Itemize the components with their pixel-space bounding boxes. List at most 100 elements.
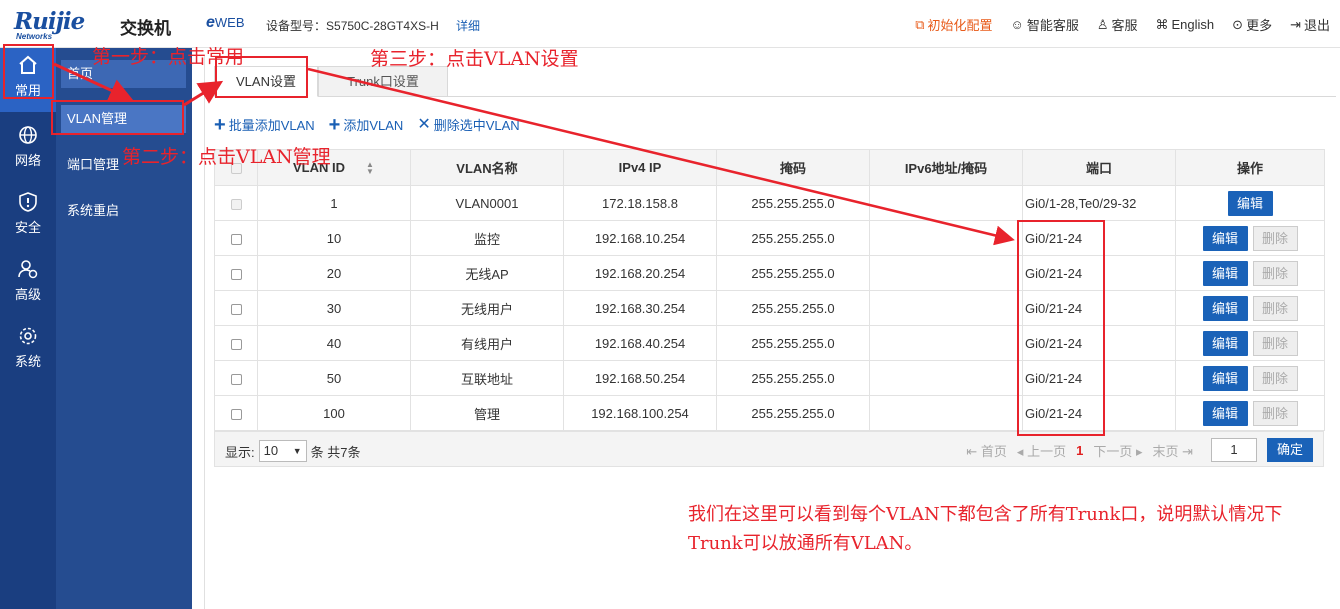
annotation-box-ports bbox=[1017, 220, 1105, 436]
more-button[interactable]: ⊙ 更多 bbox=[1232, 15, 1272, 34]
delete-button[interactable]: 删除 bbox=[1252, 400, 1298, 426]
product-name: 交换机 bbox=[120, 19, 171, 38]
more-label: 更多 bbox=[1246, 18, 1273, 33]
rail-label-system: 系统 bbox=[14, 354, 41, 369]
rail-item-system[interactable]: 系统 bbox=[0, 319, 56, 383]
delete-button[interactable]: 删除 bbox=[1252, 365, 1298, 391]
table-row: 40 有线用户 192.168.40.254 255.255.255.0 Gi0… bbox=[214, 325, 1325, 361]
logo-subtext: Networks bbox=[16, 32, 53, 41]
prev-page-button[interactable]: ◂ 上一页 bbox=[1017, 441, 1066, 460]
customer-service-label: 客服 bbox=[1111, 18, 1138, 33]
last-page-button[interactable]: 末页 ⇥ bbox=[1152, 441, 1193, 460]
delete-button[interactable]: 删除 bbox=[1252, 330, 1298, 356]
more-icon: ⊙ bbox=[1232, 16, 1244, 32]
logout-button[interactable]: ⇥ 退出 bbox=[1290, 15, 1330, 34]
row-checkbox[interactable] bbox=[230, 338, 242, 350]
cell-ipv4: 192.168.10.254 bbox=[563, 220, 717, 256]
row-checkbox[interactable] bbox=[230, 233, 242, 245]
submenu-item-reboot[interactable]: 系统重启 bbox=[61, 197, 186, 225]
rail-label-security: 安全 bbox=[14, 220, 41, 235]
delete-button[interactable]: 删除 bbox=[1252, 260, 1298, 286]
rail-item-advanced[interactable]: 高级 bbox=[0, 252, 56, 316]
smart-service-button[interactable]: ☺ 智能客服 bbox=[1011, 15, 1079, 34]
page-nav: ⇤ 首页 ◂ 上一页 1 下一页 ▸ 末页 ⇥ 1 确定 bbox=[966, 438, 1313, 462]
batch-add-vlan-button[interactable]: + 批量添加VLAN bbox=[214, 113, 315, 136]
row-checkbox[interactable] bbox=[230, 303, 242, 315]
cell-ipv6 bbox=[869, 325, 1023, 361]
customer-service-button[interactable]: ♙ 客服 bbox=[1097, 15, 1138, 34]
model-value: S5750C-28GT4XS-H bbox=[326, 19, 439, 33]
close-icon: ✕ bbox=[417, 115, 431, 133]
first-page-button[interactable]: ⇤ 首页 bbox=[966, 441, 1007, 460]
current-page: 1 bbox=[1076, 442, 1084, 458]
row-checkbox[interactable] bbox=[230, 268, 242, 280]
cell-ipv4: 192.168.100.254 bbox=[563, 395, 717, 431]
cell-ipv4: 192.168.30.254 bbox=[563, 290, 717, 326]
init-config-button[interactable]: ⧉ 初始化配置 bbox=[915, 15, 992, 34]
logo-text: Ruijie bbox=[14, 8, 85, 35]
annotation-step2: 第二步：点击VLAN管理 bbox=[122, 146, 331, 168]
user-gear-icon bbox=[0, 258, 56, 282]
edit-button[interactable]: 编辑 bbox=[1202, 365, 1248, 391]
rail-item-security[interactable]: 安全 bbox=[0, 185, 56, 249]
toolbar: + 批量添加VLAN + 添加VLAN ✕ 删除选中VLAN bbox=[214, 113, 520, 136]
row-checkbox[interactable] bbox=[230, 373, 242, 385]
annotation-step3: 第三步：点击VLAN设置 bbox=[370, 48, 579, 70]
row-select-cell bbox=[214, 185, 258, 221]
cell-vlan-id: 30 bbox=[257, 290, 411, 326]
page-size-select[interactable]: 10 ▼ bbox=[258, 440, 307, 462]
cell-actions: 编辑 bbox=[1175, 185, 1325, 221]
next-page-button[interactable]: 下一页 ▸ bbox=[1093, 441, 1142, 460]
cell-ipv6 bbox=[869, 360, 1023, 396]
edit-button[interactable]: 编辑 bbox=[1202, 400, 1248, 426]
detail-link[interactable]: 详细 bbox=[456, 17, 480, 34]
edit-button[interactable]: 编辑 bbox=[1202, 330, 1248, 356]
cell-actions: 编辑 删除 bbox=[1175, 395, 1325, 431]
col-header-vlan-name: VLAN名称 bbox=[410, 149, 564, 186]
logout-label: 退出 bbox=[1303, 18, 1330, 33]
eweb-rest: WEB bbox=[214, 15, 245, 30]
globe-icon bbox=[0, 124, 56, 148]
top-nav: ⧉ 初始化配置 ☺ 智能客服 ♙ 客服 ⌘ English ⊙ 更多 ⇥ 退出 bbox=[915, 15, 1330, 34]
row-select-cell bbox=[214, 395, 258, 431]
delete-selected-button[interactable]: ✕ 删除选中VLAN bbox=[417, 115, 519, 134]
cell-mask: 255.255.255.0 bbox=[716, 220, 870, 256]
language-button[interactable]: ⌘ English bbox=[1156, 15, 1215, 34]
goto-confirm-button[interactable]: 确定 bbox=[1267, 438, 1313, 462]
device-model: 设备型号：S5750C-28GT4XS-H bbox=[266, 17, 439, 34]
vlan-table: VLAN ID ▲ ▼ VLAN名称 IPv4 IP 掩码 IPv6地址/掩码 端口… bbox=[214, 149, 1325, 431]
row-checkbox[interactable] bbox=[230, 408, 242, 420]
cell-vlan-name: 管理 bbox=[410, 395, 564, 431]
edit-button[interactable]: 编辑 bbox=[1202, 260, 1248, 286]
edit-button[interactable]: 编辑 bbox=[1202, 225, 1248, 251]
cell-mask: 255.255.255.0 bbox=[716, 395, 870, 431]
sort-icon: ▲ ▼ bbox=[366, 160, 374, 177]
person-icon: ♙ bbox=[1096, 16, 1109, 32]
goto-page-input[interactable]: 1 bbox=[1211, 438, 1257, 462]
edit-button[interactable]: 编辑 bbox=[1202, 295, 1248, 321]
eweb-logo: eWEB bbox=[206, 14, 245, 32]
annotation-box-common bbox=[3, 44, 54, 99]
row-select-cell bbox=[214, 290, 258, 326]
plus-icon: + bbox=[214, 113, 226, 136]
gear-icon bbox=[0, 325, 56, 349]
table-row: 1 VLAN0001 172.18.158.8 255.255.255.0 Gi… bbox=[214, 185, 1325, 221]
delete-button[interactable]: 删除 bbox=[1252, 225, 1298, 251]
main-nav-rail: 常用 网络 安全 高级 系统 bbox=[0, 48, 56, 609]
cell-ipv4: 172.18.158.8 bbox=[563, 185, 717, 221]
cell-actions: 编辑 删除 bbox=[1175, 325, 1325, 361]
cell-mask: 255.255.255.0 bbox=[716, 255, 870, 291]
edit-button[interactable]: 编辑 bbox=[1227, 190, 1273, 216]
add-vlan-button[interactable]: + 添加VLAN bbox=[329, 115, 404, 135]
delete-button[interactable]: 删除 bbox=[1252, 295, 1298, 321]
cell-actions: 编辑 删除 bbox=[1175, 360, 1325, 396]
row-select-cell bbox=[214, 325, 258, 361]
cell-ipv6 bbox=[869, 395, 1023, 431]
col-header-port: 端口 bbox=[1022, 149, 1176, 186]
table-row: 30 无线用户 192.168.30.254 255.255.255.0 Gi0… bbox=[214, 290, 1325, 326]
rail-item-network[interactable]: 网络 bbox=[0, 118, 56, 182]
cell-vlan-id: 40 bbox=[257, 325, 411, 361]
row-select-cell bbox=[214, 220, 258, 256]
first-page-label: 首页 bbox=[980, 443, 1007, 459]
cell-vlan-id: 50 bbox=[257, 360, 411, 396]
